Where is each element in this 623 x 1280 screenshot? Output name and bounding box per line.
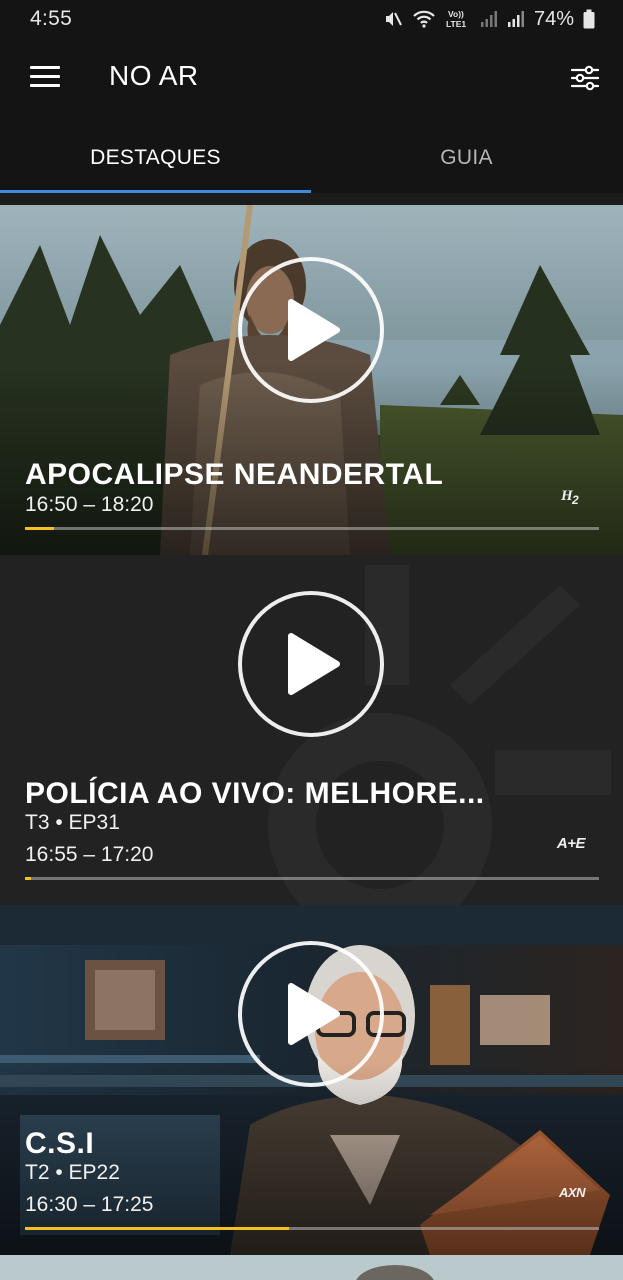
hamburger-menu-icon[interactable]: [30, 66, 60, 90]
tab-label: GUIA: [440, 146, 493, 169]
program-card-next[interactable]: [0, 1255, 623, 1280]
program-thumbnail: [0, 1255, 623, 1280]
svg-text:LTE1: LTE1: [446, 19, 466, 29]
status-time: 4:55: [30, 7, 73, 30]
program-card-apocalipse-neandertal[interactable]: APOCALIPSE NEANDERTAL 16:50 – 18:20 H2: [0, 205, 623, 555]
battery-percent: 74%: [533, 7, 574, 30]
program-card-policia-ao-vivo[interactable]: POLÍCIA AO VIVO: MELHORE... T3 • EP31 16…: [0, 555, 623, 905]
signal-icon: [480, 10, 498, 28]
progress-bar: [25, 527, 599, 530]
program-title: POLÍCIA AO VIVO: MELHORE...: [25, 777, 485, 810]
program-time: 16:50 – 18:20: [25, 493, 154, 516]
program-time: 16:30 – 17:25: [25, 1193, 154, 1216]
tab-bar: DESTAQUES GUIA: [0, 122, 623, 194]
play-icon: [288, 983, 340, 1045]
channel-logo-h2: H2: [560, 483, 585, 510]
program-time: 16:55 – 17:20: [25, 843, 154, 866]
play-icon: [288, 299, 340, 361]
svg-text:Vo)): Vo)): [448, 9, 464, 19]
tab-destaques[interactable]: DESTAQUES: [0, 122, 311, 194]
signal-icon: [507, 10, 525, 28]
program-title: C.S.I: [25, 1127, 95, 1160]
play-button[interactable]: [238, 257, 384, 403]
tab-guia[interactable]: GUIA: [311, 122, 622, 194]
program-episode: T2 • EP22: [25, 1161, 120, 1184]
play-button[interactable]: [238, 941, 384, 1087]
play-icon: [288, 633, 340, 695]
filter-sliders-icon[interactable]: [569, 62, 601, 94]
program-card-csi[interactable]: C.S.I T2 • EP22 16:30 – 17:25 AXN: [0, 905, 623, 1255]
page-title: NO AR: [109, 60, 199, 91]
channel-logo-axn: AXN: [559, 1185, 585, 1200]
mute-icon: [383, 9, 403, 29]
play-button[interactable]: [238, 591, 384, 737]
status-bar: 4:55 Vo)) LTE1 74%: [0, 0, 623, 38]
divider: [0, 193, 623, 205]
svg-text:2: 2: [571, 493, 579, 507]
battery-icon: [583, 9, 595, 29]
app-bar: NO AR: [0, 38, 623, 122]
tab-label: DESTAQUES: [90, 146, 221, 169]
progress-fill: [25, 1227, 290, 1230]
progress-bar: [25, 877, 599, 880]
program-episode: T3 • EP31: [25, 811, 120, 834]
volte-icon: Vo)) LTE1: [445, 8, 471, 30]
progress-fill: [25, 877, 31, 880]
wifi-icon: [412, 9, 436, 29]
progress-fill: [25, 527, 54, 530]
channel-logo-ae: A+E: [556, 835, 586, 852]
status-icons: Vo)) LTE1 74%: [383, 8, 595, 31]
program-title: APOCALIPSE NEANDERTAL: [25, 458, 444, 491]
progress-bar: [25, 1227, 599, 1230]
